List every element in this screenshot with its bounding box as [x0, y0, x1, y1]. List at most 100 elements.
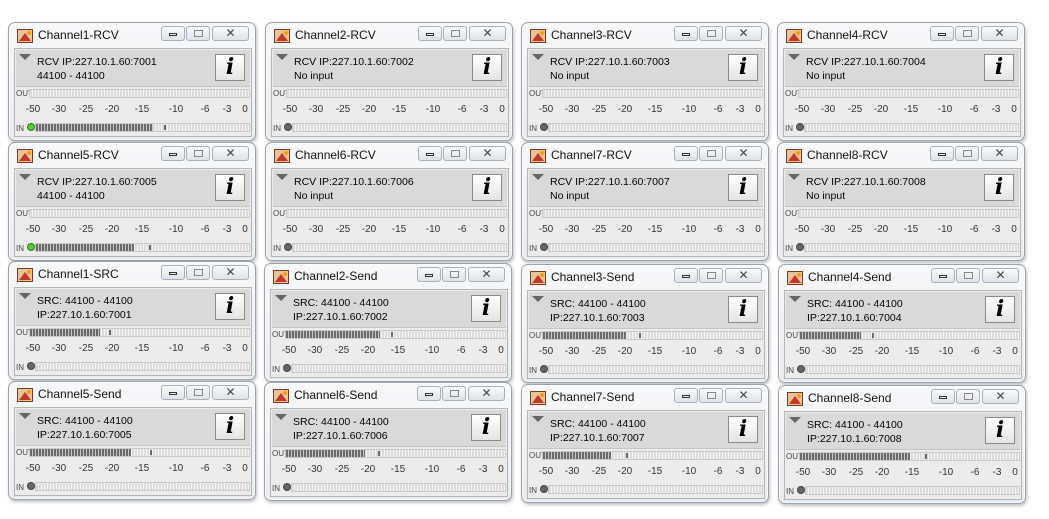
close-button[interactable]: ✕: [725, 388, 762, 403]
window-titlebar[interactable]: Channel5-RCV ✕: [9, 143, 255, 167]
info-button[interactable]: i: [472, 54, 502, 81]
close-button[interactable]: ✕: [725, 268, 762, 283]
minimize-button[interactable]: [931, 268, 955, 283]
collapse-triangle-icon[interactable]: [532, 174, 544, 180]
window-titlebar[interactable]: Channel6-RCV ✕: [266, 143, 512, 167]
window-titlebar[interactable]: Channel4-RCV ✕: [778, 23, 1024, 47]
maximize-button[interactable]: [442, 386, 466, 401]
collapse-triangle-icon[interactable]: [19, 174, 31, 180]
close-button[interactable]: ✕: [212, 146, 249, 161]
info-button[interactable]: i: [472, 174, 502, 201]
window-titlebar[interactable]: Channel2-RCV ✕: [266, 23, 512, 47]
close-button[interactable]: ✕: [982, 389, 1019, 404]
collapse-triangle-icon[interactable]: [532, 54, 544, 60]
window-titlebar[interactable]: Channel8-RCV ✕: [778, 143, 1024, 167]
info-button[interactable]: i: [215, 293, 245, 320]
window-titlebar[interactable]: Channel8-Send ✕: [779, 386, 1025, 410]
collapse-triangle-icon[interactable]: [19, 413, 31, 419]
info-button[interactable]: i: [728, 54, 758, 81]
close-button[interactable]: ✕: [468, 267, 505, 282]
maximize-button[interactable]: [955, 26, 979, 41]
minimize-button[interactable]: [674, 268, 698, 283]
minimize-button[interactable]: [417, 386, 441, 401]
maximize-button[interactable]: [442, 267, 466, 282]
info-button[interactable]: i: [728, 416, 758, 443]
maximize-button[interactable]: [443, 146, 467, 161]
collapse-triangle-icon[interactable]: [276, 174, 288, 180]
minimize-button[interactable]: [417, 267, 441, 282]
collapse-triangle-icon[interactable]: [19, 54, 31, 60]
info-button[interactable]: i: [215, 174, 245, 201]
close-button[interactable]: ✕: [212, 26, 249, 41]
close-button[interactable]: ✕: [469, 146, 506, 161]
maximize-button[interactable]: [186, 146, 210, 161]
info-button[interactable]: i: [984, 54, 1014, 81]
minimize-button[interactable]: [930, 26, 954, 41]
close-button[interactable]: ✕: [469, 26, 506, 41]
minimize-button[interactable]: [674, 146, 698, 161]
maximize-button[interactable]: [699, 388, 723, 403]
close-button[interactable]: ✕: [982, 268, 1019, 283]
maximize-icon: [706, 272, 716, 279]
info-button[interactable]: i: [215, 54, 245, 81]
info-button[interactable]: i: [471, 414, 501, 441]
maximize-button[interactable]: [699, 268, 723, 283]
window-titlebar[interactable]: Channel2-Send ✕: [265, 264, 511, 288]
minimize-button[interactable]: [930, 146, 954, 161]
window-title: Channel8-RCV: [807, 148, 888, 162]
maximize-button[interactable]: [956, 389, 980, 404]
maximize-button[interactable]: [699, 26, 723, 41]
window-titlebar[interactable]: Channel4-Send ✕: [779, 265, 1025, 289]
info-button[interactable]: i: [984, 174, 1014, 201]
db-scale-tick: 0: [242, 224, 248, 235]
info-button[interactable]: i: [215, 413, 245, 440]
close-button[interactable]: ✕: [212, 265, 249, 280]
close-button[interactable]: ✕: [468, 386, 505, 401]
minimize-button[interactable]: [161, 146, 185, 161]
minimize-button[interactable]: [161, 265, 185, 280]
info-button[interactable]: i: [728, 296, 758, 323]
close-button[interactable]: ✕: [212, 385, 249, 400]
close-button[interactable]: ✕: [725, 26, 762, 41]
collapse-triangle-icon[interactable]: [789, 296, 801, 302]
minimize-button[interactable]: [674, 388, 698, 403]
window-titlebar[interactable]: Channel6-Send ✕: [265, 383, 511, 407]
window-titlebar[interactable]: Channel5-Send ✕: [9, 382, 255, 406]
window-titlebar[interactable]: Channel3-RCV ✕: [522, 23, 768, 47]
window-titlebar[interactable]: Channel7-RCV ✕: [522, 143, 768, 167]
minimize-button[interactable]: [418, 146, 442, 161]
collapse-triangle-icon[interactable]: [788, 174, 800, 180]
info-button[interactable]: i: [728, 174, 758, 201]
minimize-button[interactable]: [674, 26, 698, 41]
info-button[interactable]: i: [985, 296, 1015, 323]
close-icon: ✕: [738, 146, 749, 160]
minimize-button[interactable]: [161, 26, 185, 41]
maximize-button[interactable]: [186, 26, 210, 41]
info-button[interactable]: i: [471, 295, 501, 322]
minimize-button[interactable]: [161, 385, 185, 400]
maximize-button[interactable]: [699, 146, 723, 161]
maximize-button[interactable]: [186, 385, 210, 400]
collapse-triangle-icon[interactable]: [19, 293, 31, 299]
collapse-triangle-icon[interactable]: [532, 296, 544, 302]
collapse-triangle-icon[interactable]: [276, 54, 288, 60]
collapse-triangle-icon[interactable]: [532, 416, 544, 422]
minimize-button[interactable]: [418, 26, 442, 41]
maximize-button[interactable]: [186, 265, 210, 280]
window-titlebar[interactable]: Channel1-RCV ✕: [9, 23, 255, 47]
collapse-triangle-icon[interactable]: [275, 295, 287, 301]
collapse-triangle-icon[interactable]: [789, 417, 801, 423]
collapse-triangle-icon[interactable]: [788, 54, 800, 60]
window-titlebar[interactable]: Channel3-Send ✕: [522, 265, 768, 289]
close-button[interactable]: ✕: [981, 26, 1018, 41]
close-button[interactable]: ✕: [725, 146, 762, 161]
window-titlebar[interactable]: Channel7-Send ✕: [522, 385, 768, 409]
info-button[interactable]: i: [985, 417, 1015, 444]
close-button[interactable]: ✕: [981, 146, 1018, 161]
minimize-button[interactable]: [931, 389, 955, 404]
maximize-button[interactable]: [956, 268, 980, 283]
collapse-triangle-icon[interactable]: [275, 414, 287, 420]
maximize-button[interactable]: [443, 26, 467, 41]
window-titlebar[interactable]: Channel1-SRC ✕: [9, 262, 255, 286]
maximize-button[interactable]: [955, 146, 979, 161]
